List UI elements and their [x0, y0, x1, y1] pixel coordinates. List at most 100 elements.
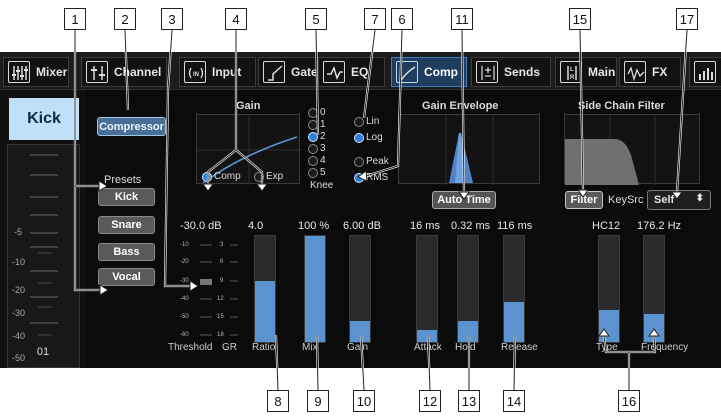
- callout-10: 10: [353, 390, 375, 412]
- gain-fader-level: [350, 321, 370, 342]
- type-value: HC12: [592, 220, 621, 232]
- meter-tick: -5: [14, 227, 23, 237]
- channel-name-label[interactable]: Kick: [9, 98, 79, 140]
- filter-toggle-button[interactable]: Filter: [565, 191, 603, 209]
- tab-comp[interactable]: Comp: [391, 57, 467, 87]
- svg-text:R: R: [570, 75, 575, 81]
- callout-14: 14: [503, 390, 525, 412]
- gr-scale-tick: 12: [217, 296, 224, 302]
- threshold-gr-meter[interactable]: -10 -20 -30 -40 -50 -60 3 6 9 12 15 18: [180, 240, 250, 340]
- detect-peak-radio[interactable]: Peak: [354, 156, 389, 167]
- callout-7: 7: [364, 8, 386, 30]
- gr-scale-tick: 18: [217, 332, 224, 338]
- meters-icon: [694, 61, 716, 83]
- scale-log-radio[interactable]: Log: [354, 132, 383, 143]
- channel-icon: [86, 61, 108, 83]
- scale-lin-radio[interactable]: Lin: [354, 116, 379, 127]
- preset-vocal-button[interactable]: Vocal: [98, 268, 155, 286]
- callout-3: 3: [161, 8, 183, 30]
- tab-eq[interactable]: EQ: [318, 57, 385, 87]
- tab-bar: Mixer Channel IN Input Gate EQ Comp Send…: [0, 52, 721, 90]
- gain-value: 6.00 dB: [343, 220, 381, 232]
- keysrc-value: Self: [654, 194, 675, 206]
- tab-main[interactable]: LR Main: [555, 57, 617, 87]
- knee-0-label: 0: [320, 107, 326, 118]
- tab-mixer-label: Mixer: [36, 65, 68, 79]
- knee-5-radio[interactable]: 5: [308, 167, 326, 178]
- annotated-screenshot: { "callouts": ["1","2","3","4","5","6","…: [0, 0, 721, 420]
- tab-mixer[interactable]: Mixer: [3, 57, 69, 87]
- gr-scale-tick: 3: [220, 242, 224, 248]
- knee-1-radio[interactable]: 1: [308, 119, 326, 130]
- mix-label: Mix: [302, 342, 318, 353]
- mix-fader[interactable]: [304, 235, 326, 343]
- detect-rms-radio[interactable]: RMS: [354, 172, 388, 183]
- callout-2: 2: [114, 8, 136, 30]
- frequency-fader[interactable]: [643, 235, 665, 343]
- comp-curve-icon: [396, 61, 418, 83]
- attack-fader[interactable]: [416, 235, 438, 343]
- callout-6: 6: [391, 8, 413, 30]
- knee-3-radio[interactable]: 3: [308, 143, 326, 154]
- release-fader[interactable]: [503, 235, 525, 343]
- preset-kick-button[interactable]: Kick: [98, 188, 155, 206]
- sidechain-graph-title: Side Chain Filter: [578, 100, 665, 112]
- mix-value: 100 %: [298, 220, 330, 232]
- knee-0-radio[interactable]: 0: [308, 107, 326, 118]
- tab-sends[interactable]: Sends: [471, 57, 551, 87]
- callout-8: 8: [267, 390, 289, 412]
- meter-tick: -30: [12, 308, 26, 318]
- knee-2-label: 2: [320, 131, 326, 142]
- tab-channel[interactable]: Channel: [81, 57, 167, 87]
- ratio-label: Ratio: [252, 342, 276, 353]
- knee-label: Knee: [310, 180, 334, 191]
- meter-tick: -10: [12, 257, 26, 267]
- tab-input[interactable]: IN Input: [179, 57, 256, 87]
- presets-label: Presets: [104, 174, 142, 186]
- ratio-fader[interactable]: [254, 235, 276, 343]
- radio-unselected: [308, 167, 318, 178]
- scale-log-label: Log: [366, 132, 383, 143]
- frequency-fader-level: [644, 314, 664, 342]
- gain-graph-title: Gain: [236, 100, 261, 112]
- tab-gate-label: Gate: [291, 65, 318, 79]
- type-fader[interactable]: [598, 235, 620, 343]
- tab-sends-label: Sends: [504, 65, 541, 79]
- radio-selected: [308, 131, 318, 142]
- callout-11: 11: [451, 8, 473, 30]
- tab-eq-label: EQ: [351, 65, 369, 79]
- gate-curve-icon: [263, 61, 285, 83]
- envelope-graph-title: Gain Envelope: [422, 100, 499, 112]
- tab-input-label: Input: [212, 65, 242, 79]
- knee-1-label: 1: [320, 119, 326, 130]
- frequency-value: 176.2 Hz: [637, 220, 682, 232]
- tab-meters[interactable]: [689, 57, 721, 87]
- gr-scale-tick: 15: [217, 314, 224, 320]
- radio-unselected: [354, 116, 364, 127]
- preset-snare-button[interactable]: Snare: [98, 216, 155, 234]
- mode-comp-radio[interactable]: Comp: [202, 171, 241, 182]
- fx-wave-icon: [624, 61, 646, 83]
- tab-comp-label: Comp: [424, 65, 458, 79]
- mode-exp-radio[interactable]: Exp: [254, 171, 283, 182]
- hold-fader[interactable]: [457, 235, 479, 343]
- callout-13: 13: [458, 390, 480, 412]
- knee-2-radio[interactable]: 2: [308, 131, 326, 142]
- compressor-toggle-button[interactable]: Compressor: [97, 117, 166, 136]
- knee-4-radio[interactable]: 4: [308, 155, 326, 166]
- gain-fader[interactable]: [349, 235, 371, 343]
- threshold-scale-tick: -60: [180, 332, 189, 338]
- tab-fx[interactable]: FX: [619, 57, 681, 87]
- auto-time-button[interactable]: Auto Time: [432, 191, 496, 209]
- keysrc-select[interactable]: Self ⬍: [647, 190, 711, 210]
- callout-15: 15: [569, 8, 591, 30]
- preset-bass-button[interactable]: Bass: [98, 243, 155, 261]
- radio-selected: [202, 171, 212, 182]
- callout-17: 17: [676, 8, 698, 30]
- knee-3-label: 3: [320, 143, 326, 154]
- radio-unselected: [308, 155, 318, 166]
- threshold-scale-tick: -40: [180, 296, 189, 302]
- chevron-updown-icon: ⬍: [695, 193, 704, 204]
- callout-5: 5: [305, 8, 327, 30]
- x-air-app-window: Mixer Channel IN Input Gate EQ Comp Send…: [0, 52, 721, 368]
